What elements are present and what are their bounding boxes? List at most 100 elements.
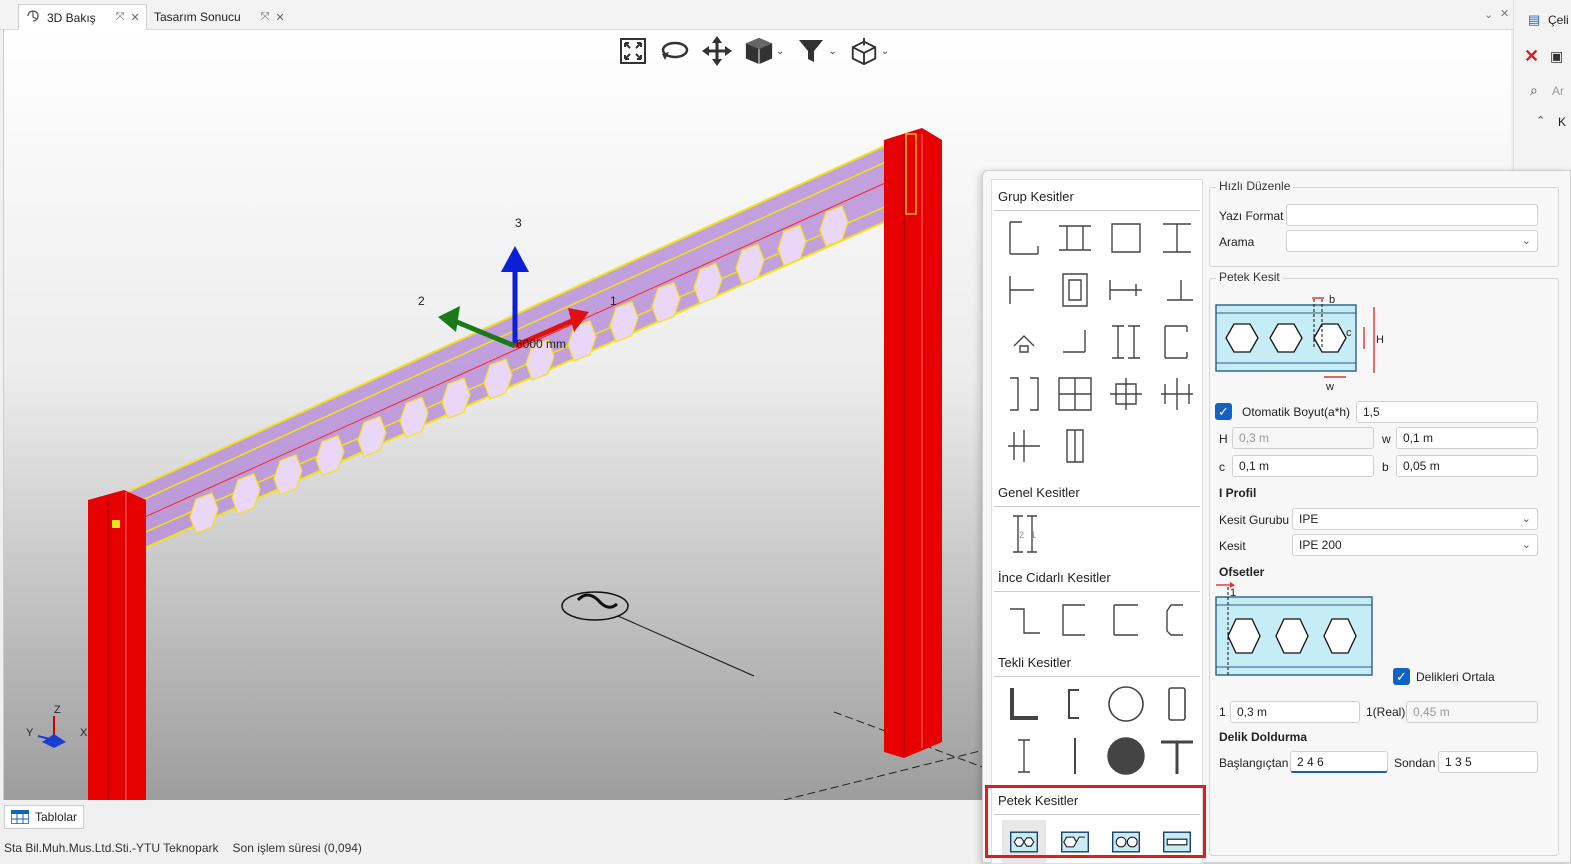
view-toolbar: ⌄ ⌄ ⌄ bbox=[618, 36, 889, 66]
close-icon[interactable]: ✕ bbox=[131, 11, 140, 24]
axis-label-3: 3 bbox=[515, 216, 522, 230]
group-section-item[interactable] bbox=[1155, 216, 1199, 260]
center-holes-checkbox[interactable]: ✓ bbox=[1393, 668, 1410, 685]
group-section-item[interactable] bbox=[1053, 320, 1097, 364]
single-section-item[interactable] bbox=[1053, 682, 1097, 726]
zoom-extents-icon[interactable] bbox=[618, 36, 648, 66]
tab-3d-view[interactable]: 3D Bakış ⤧ ✕ bbox=[18, 4, 147, 30]
status-last-op: Son işlem süresi (0,094) bbox=[232, 840, 362, 855]
thin-walled-section-item[interactable] bbox=[1002, 597, 1046, 641]
single-section-item[interactable] bbox=[1002, 682, 1046, 726]
close-icon[interactable]: ✕ bbox=[276, 11, 285, 24]
diagram-label-b: b bbox=[1329, 294, 1336, 306]
filter-icon[interactable] bbox=[796, 36, 826, 66]
castellated-section-group: Petek Kesit b c H w ✓ Otomatik Boyut(a*h… bbox=[1209, 270, 1559, 856]
divider bbox=[994, 591, 1200, 592]
panel-title: Çeli bbox=[1548, 13, 1569, 27]
pin-icon[interactable]: ⤧ bbox=[261, 11, 270, 24]
group-section-item[interactable] bbox=[1104, 320, 1148, 364]
section-value: IPE 200 bbox=[1299, 538, 1342, 552]
single-section-item[interactable] bbox=[1155, 682, 1199, 726]
b-label: b bbox=[1382, 460, 1389, 474]
auto-size-input[interactable]: 1,5 bbox=[1356, 401, 1538, 423]
chevron-up-icon[interactable]: ⌃ bbox=[1536, 114, 1545, 127]
start-label: Başlangıçtan bbox=[1219, 756, 1289, 770]
group-section-item[interactable] bbox=[1053, 372, 1097, 416]
section-group-select[interactable]: IPE ⌄ bbox=[1292, 508, 1538, 530]
b-input[interactable]: 0,05 m bbox=[1396, 455, 1538, 477]
tab-design-result[interactable]: Tasarım Sonucu ⤧ ✕ bbox=[148, 4, 291, 30]
group-section-item[interactable] bbox=[1002, 268, 1046, 312]
group-section-item[interactable] bbox=[1104, 216, 1148, 260]
chevron-down-icon[interactable]: ⌄ bbox=[881, 46, 889, 57]
format-input[interactable] bbox=[1286, 204, 1538, 226]
single-section-item[interactable] bbox=[1053, 734, 1097, 778]
search-select[interactable]: ⌄ bbox=[1286, 230, 1538, 252]
divider bbox=[994, 210, 1200, 211]
group-section-item[interactable] bbox=[1104, 268, 1148, 312]
group-section-item[interactable] bbox=[1002, 320, 1046, 364]
rotate-icon[interactable] bbox=[660, 36, 690, 66]
group-sections-title: Grup Kesitler bbox=[998, 189, 1074, 204]
offset1-input[interactable]: 0,3 m bbox=[1230, 701, 1360, 723]
group-section-item[interactable] bbox=[1002, 372, 1046, 416]
group-section-item[interactable] bbox=[1155, 320, 1199, 364]
castellated-dimension-diagram bbox=[1215, 297, 1375, 378]
tables-tab[interactable]: Tablolar bbox=[4, 805, 85, 829]
end-input[interactable]: 1 3 5 bbox=[1438, 751, 1538, 773]
single-section-item[interactable] bbox=[1155, 734, 1199, 778]
chevron-down-icon[interactable]: ⌄ bbox=[776, 46, 784, 57]
hole-fill-label: Delik Doldurma bbox=[1219, 730, 1308, 744]
pan-icon[interactable] bbox=[702, 36, 732, 66]
H-label: H bbox=[1219, 432, 1228, 446]
tab-label: 3D Bakış bbox=[47, 10, 96, 25]
delete-icon[interactable]: ✕ bbox=[1524, 46, 1539, 67]
offset1-real-label: 1(Real) bbox=[1366, 705, 1406, 719]
group-section-item[interactable] bbox=[1155, 372, 1199, 416]
general-section-item[interactable]: 21 bbox=[1002, 512, 1046, 556]
tree-item[interactable]: K bbox=[1558, 115, 1566, 129]
section-label: Kesit bbox=[1219, 539, 1246, 553]
section-select[interactable]: IPE 200 ⌄ bbox=[1292, 534, 1538, 556]
c-label: c bbox=[1219, 460, 1225, 474]
thin-walled-section-item[interactable] bbox=[1053, 597, 1097, 641]
search-icon: ⌕ bbox=[1530, 82, 1538, 98]
group-section-item[interactable] bbox=[1053, 216, 1097, 260]
w-input[interactable]: 0,1 m bbox=[1396, 427, 1538, 449]
offset1-real-input[interactable]: 0,45 m bbox=[1406, 701, 1538, 723]
section-gallery: Grup Kesitler Genel Kesitler 21 İnce Cid… bbox=[991, 179, 1203, 864]
group-section-item[interactable] bbox=[1002, 216, 1046, 260]
save-icon[interactable]: ▣ bbox=[1550, 48, 1563, 65]
thin-walled-section-item[interactable] bbox=[1104, 597, 1148, 641]
close-all-icon[interactable]: ✕ bbox=[1500, 7, 1509, 20]
svg-text:2: 2 bbox=[1019, 530, 1024, 540]
view-cube-icon[interactable] bbox=[744, 36, 774, 66]
group-section-item[interactable] bbox=[1053, 424, 1097, 468]
pin-icon[interactable]: ⤧ bbox=[116, 11, 125, 24]
chevron-down-icon[interactable]: ⌄ bbox=[828, 46, 836, 57]
single-section-item[interactable] bbox=[1104, 734, 1148, 778]
group-section-item[interactable] bbox=[1002, 424, 1046, 468]
H-input[interactable]: 0,3 m bbox=[1232, 427, 1374, 449]
auto-size-checkbox[interactable]: ✓ bbox=[1215, 403, 1232, 420]
group-section-item[interactable] bbox=[1053, 268, 1097, 312]
end-label: Sondan bbox=[1394, 756, 1436, 770]
thin-walled-section-item[interactable] bbox=[1155, 597, 1199, 641]
center-holes-label: Delikleri Ortala bbox=[1416, 670, 1495, 684]
quick-edit-group: Hızlı Düzenle Yazı Format Arama ⌄ bbox=[1209, 179, 1559, 267]
axis-label-2: 2 bbox=[418, 294, 425, 308]
group-section-item[interactable] bbox=[1104, 372, 1148, 416]
i-profile-label: I Profil bbox=[1219, 486, 1257, 500]
c-input[interactable]: 0,1 m bbox=[1232, 455, 1374, 477]
selection-cube-icon[interactable] bbox=[849, 36, 879, 66]
group-section-item[interactable] bbox=[1155, 268, 1199, 312]
table-icon bbox=[11, 810, 29, 824]
start-input[interactable]: 2 4 6 bbox=[1290, 751, 1388, 773]
offset1-label: 1 bbox=[1219, 705, 1226, 719]
single-section-item[interactable] bbox=[1104, 682, 1148, 726]
thin-walled-sections-title: İnce Cidarlı Kesitler bbox=[998, 570, 1111, 585]
castellated-beam bbox=[113, 136, 917, 560]
tab-overflow-icon[interactable]: ⌄ bbox=[1484, 8, 1493, 21]
single-section-item[interactable] bbox=[1002, 734, 1046, 778]
search-input[interactable]: Ar bbox=[1552, 84, 1564, 98]
